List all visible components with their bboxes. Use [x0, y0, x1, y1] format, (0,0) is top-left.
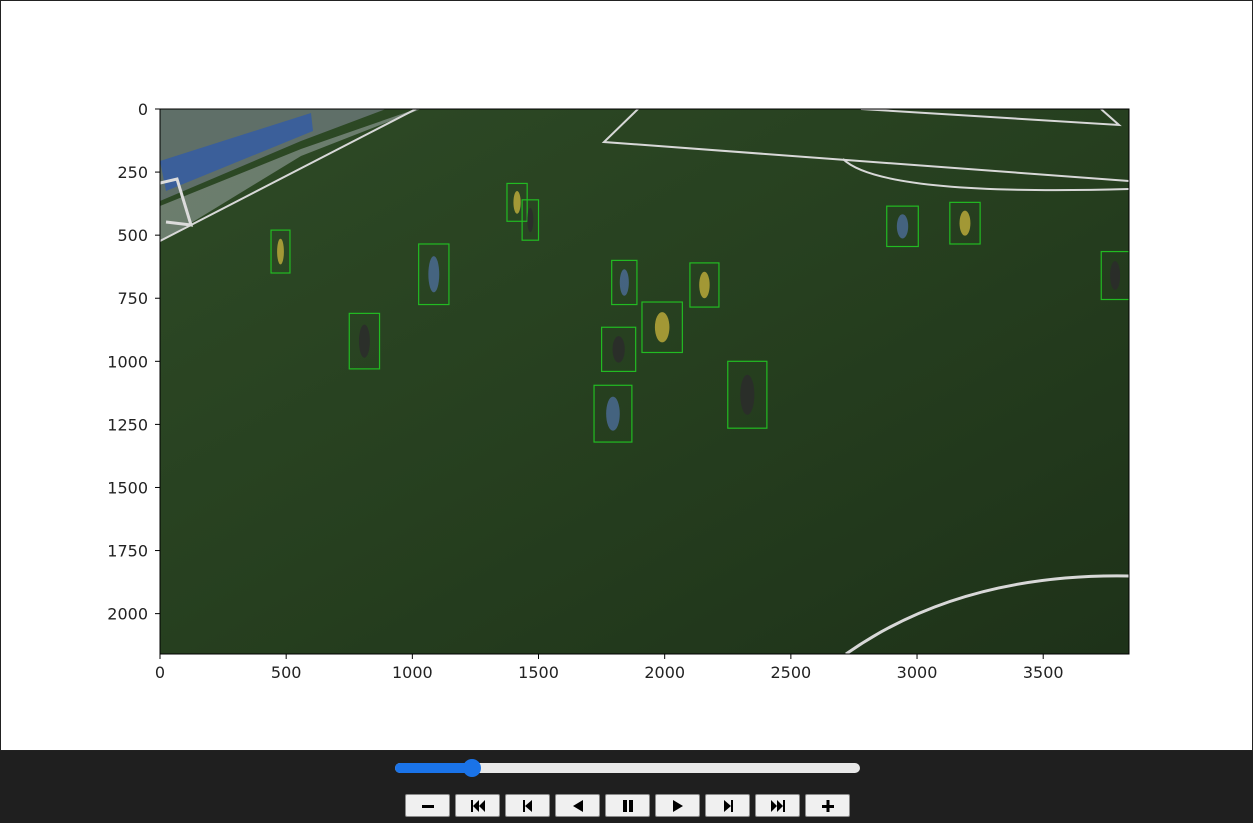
player-figure [277, 238, 284, 265]
step-back-icon [522, 799, 532, 812]
x-tick-label: 500 [271, 663, 302, 682]
increase-speed-button[interactable] [805, 794, 850, 817]
player-figure [513, 191, 521, 214]
y-tick-label: 500 [117, 226, 148, 245]
decrease-speed-button[interactable] [405, 794, 450, 817]
next-frame-button[interactable] [705, 794, 750, 817]
slider-progress [395, 763, 472, 773]
player-figure [654, 312, 670, 343]
x-tick-label: 3000 [897, 663, 938, 682]
y-tick-label: 1750 [107, 542, 148, 561]
player-figure [428, 256, 440, 293]
step-forward-icon [723, 799, 733, 812]
play-backward-button[interactable] [555, 794, 600, 817]
y-tick-label: 0 [138, 100, 148, 119]
frame-slider[interactable] [395, 759, 860, 777]
y-tick-label: 250 [117, 163, 148, 182]
slider-thumb[interactable] [462, 759, 481, 777]
x-tick-label: 2000 [644, 663, 685, 682]
player-figure [740, 374, 755, 415]
x-tick-label: 3500 [1023, 663, 1064, 682]
pause-button[interactable] [605, 794, 650, 817]
player-figure [699, 271, 710, 299]
y-axis: 0 250 500 750 1000 1250 1500 1750 2000 [107, 100, 160, 624]
image-plot: 0 500 1000 1500 2000 2500 3000 3500 0 250 500 750 1… [107, 100, 1130, 682]
player-figure [959, 210, 971, 236]
y-tick-label: 1500 [107, 478, 148, 497]
skip-to-end-icon [770, 799, 785, 812]
x-tick-label: 1500 [518, 663, 559, 682]
player-figure [896, 214, 909, 239]
player-figure [358, 324, 370, 358]
y-tick-label: 2000 [107, 605, 148, 624]
plot-axes: 0 500 1000 1500 2000 2500 3000 3500 0 250 500 750 1… [107, 100, 1130, 682]
previous-frame-button[interactable] [505, 794, 550, 817]
first-frame-button[interactable] [455, 794, 500, 817]
play-icon [672, 799, 683, 812]
skip-to-start-icon [470, 799, 485, 812]
player-figure [1110, 261, 1121, 290]
y-tick-label: 1000 [107, 352, 148, 371]
last-frame-button[interactable] [755, 794, 800, 817]
play-forward-button[interactable] [655, 794, 700, 817]
x-tick-label: 0 [155, 663, 165, 682]
plus-icon [821, 799, 834, 812]
y-tick-label: 750 [117, 289, 148, 308]
player-figure [612, 336, 625, 363]
x-tick-label: 2500 [771, 663, 812, 682]
player-figure [619, 269, 629, 296]
play-reverse-icon [572, 799, 583, 812]
player-figure [527, 207, 534, 233]
player-figure [606, 396, 620, 431]
playback-buttons [405, 794, 850, 818]
video-frame [160, 109, 1129, 654]
pitch-background [160, 109, 1129, 654]
x-axis: 0 500 1000 1500 2000 2500 3000 3500 [155, 654, 1064, 682]
pause-icon [622, 799, 633, 812]
x-tick-label: 1000 [392, 663, 433, 682]
minus-icon [421, 804, 434, 808]
figure-canvas: 0 500 1000 1500 2000 2500 3000 3500 0 250 500 750 1… [0, 0, 1253, 751]
y-tick-label: 1250 [107, 415, 148, 434]
